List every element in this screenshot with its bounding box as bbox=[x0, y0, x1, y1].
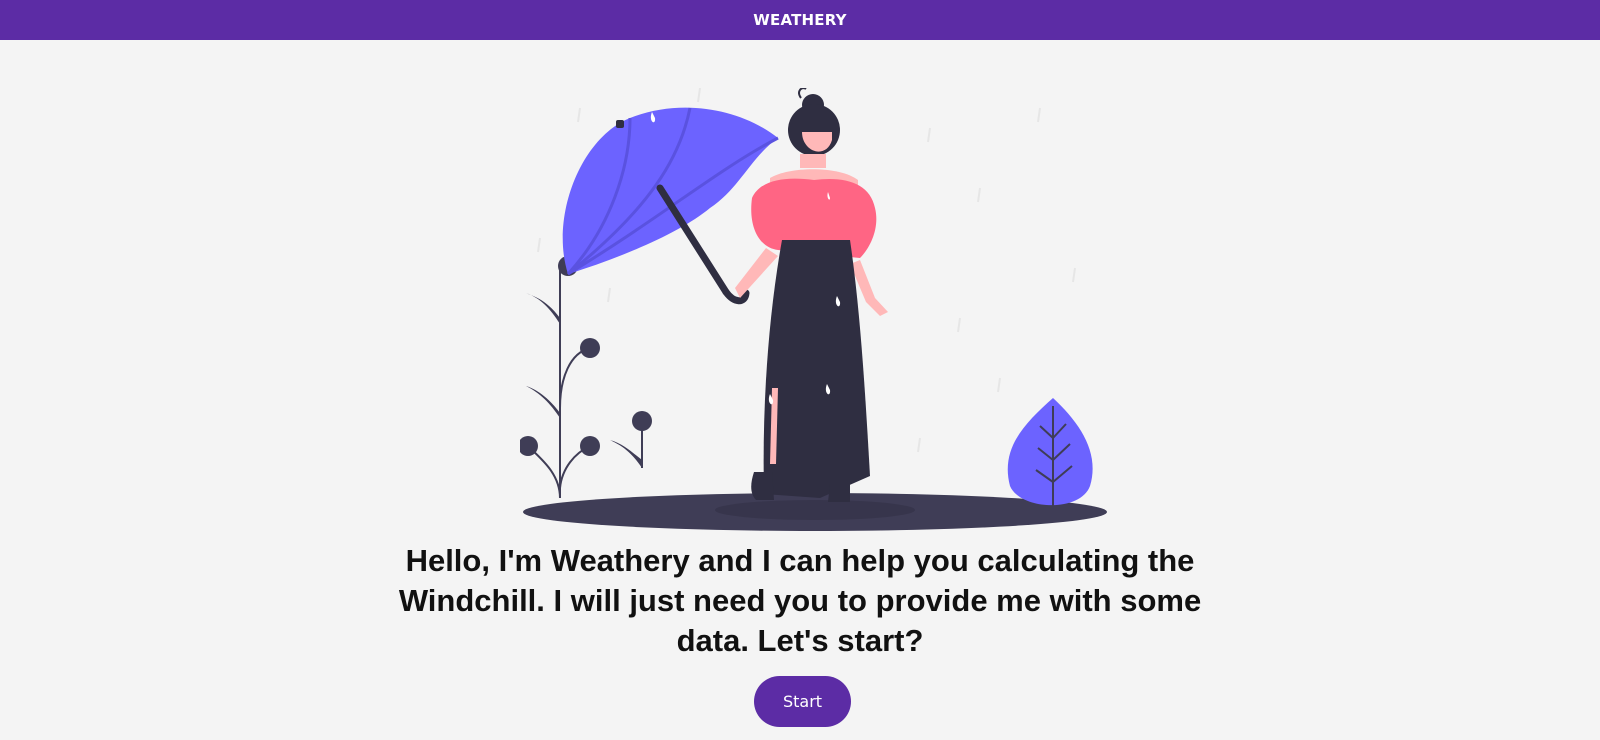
intro-message: Hello, I'm Weathery and I can help you c… bbox=[398, 543, 1202, 658]
top-navbar: WEATHERY bbox=[0, 0, 1600, 40]
woman-with-umbrella-illustration bbox=[520, 88, 1107, 531]
umbrella bbox=[562, 107, 779, 305]
start-button[interactable]: Start bbox=[754, 676, 851, 727]
right-leaf bbox=[1007, 398, 1093, 508]
left-plant bbox=[520, 256, 652, 499]
app-title: WEATHERY bbox=[753, 11, 847, 29]
